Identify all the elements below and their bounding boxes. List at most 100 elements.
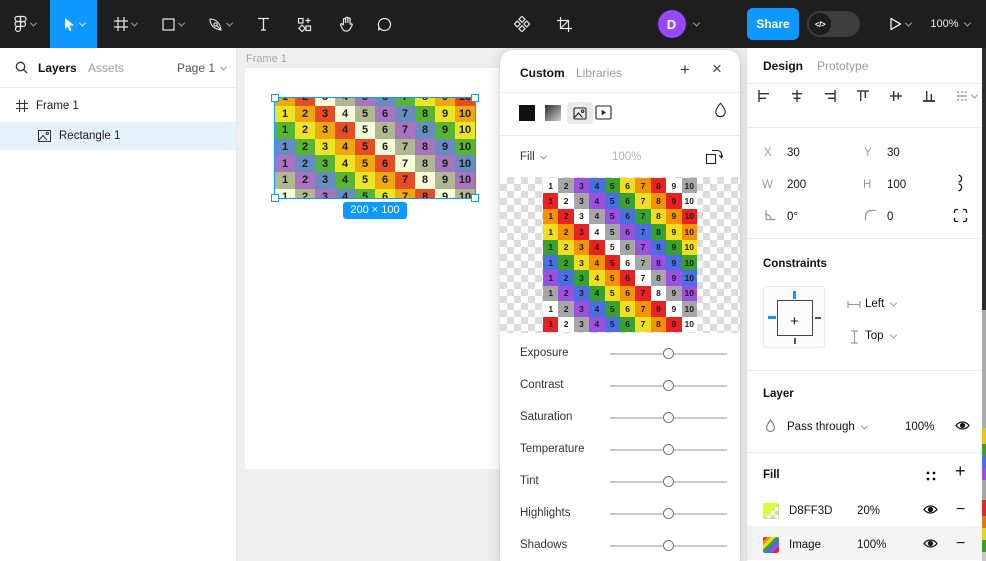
tab-design[interactable]: Design xyxy=(763,59,803,73)
layer-row-frame-1[interactable]: Frame 1 xyxy=(0,92,236,120)
fill-mode-dropdown[interactable]: Fill xyxy=(520,151,546,163)
fill-type-solid-icon[interactable] xyxy=(519,105,535,121)
remove-fill-icon[interactable]: − xyxy=(956,501,965,519)
constrain-proportions-icon[interactable] xyxy=(954,174,964,192)
selection-handle-bottom-right[interactable] xyxy=(471,194,479,202)
slider-track-exposure[interactable] xyxy=(610,353,727,355)
preview-cell: 3 xyxy=(574,224,589,239)
share-button[interactable]: Share xyxy=(747,8,799,40)
add-fill-icon[interactable]: + xyxy=(955,461,966,482)
tab-assets[interactable]: Assets xyxy=(88,61,124,75)
height-input[interactable]: 100 xyxy=(887,179,906,191)
actions-tool-button[interactable] xyxy=(286,0,322,48)
align-bottom-icon[interactable] xyxy=(922,89,936,103)
fill-visibility-eye-icon[interactable] xyxy=(923,538,938,549)
slider-track-contrast[interactable] xyxy=(610,385,727,387)
slider-handle-highlights[interactable] xyxy=(663,508,674,519)
fill-type-video-icon[interactable] xyxy=(595,105,612,120)
crop-image-button[interactable] xyxy=(546,0,582,48)
corner-radius-input[interactable]: 0 xyxy=(887,211,893,223)
dev-mode-toggle[interactable]: </> xyxy=(807,11,860,37)
fill-row-d8ff3d[interactable]: D8FF3D 20% − xyxy=(747,498,986,526)
h-constraint-dropdown[interactable]: Left xyxy=(865,298,896,310)
slider-track-temperature[interactable] xyxy=(610,449,727,451)
main-menu-button[interactable] xyxy=(6,0,44,48)
layer-row-rectangle-1[interactable]: Rectangle 1 xyxy=(0,122,236,150)
slider-handle-exposure[interactable] xyxy=(663,348,674,359)
panel-tab-libraries[interactable]: Libraries xyxy=(576,66,622,80)
create-component-button[interactable] xyxy=(504,0,540,48)
panel-tab-custom[interactable]: Custom xyxy=(520,66,565,80)
selection-handle-top-left[interactable] xyxy=(271,94,279,102)
layer-visibility-eye-icon[interactable] xyxy=(955,420,970,431)
fill-value-label[interactable]: Image xyxy=(789,539,821,551)
image-cell: 2 xyxy=(295,139,315,156)
move-tool-button[interactable] xyxy=(50,0,97,48)
text-tool-button[interactable] xyxy=(246,0,280,48)
align-right-icon[interactable] xyxy=(823,89,837,103)
frame-label[interactable]: Frame 1 xyxy=(246,53,287,65)
tab-layers[interactable]: Layers xyxy=(38,61,77,75)
slider-handle-saturation[interactable] xyxy=(663,412,674,423)
pen-tool-chevron-icon xyxy=(226,19,233,26)
slider-track-shadows[interactable] xyxy=(610,545,727,547)
blend-droplet-icon[interactable] xyxy=(714,102,727,118)
fill-opacity-input[interactable]: 100% xyxy=(857,539,886,551)
distribute-menu-icon[interactable] xyxy=(955,89,977,103)
frame-tool-button[interactable] xyxy=(104,0,146,48)
fill-row-image[interactable]: Image 100% − xyxy=(747,532,986,560)
y-input[interactable]: 30 xyxy=(887,147,900,159)
account-menu-button[interactable]: D xyxy=(652,0,704,48)
panel-add-icon[interactable]: + xyxy=(680,60,690,80)
align-h-center-icon[interactable] xyxy=(790,89,804,103)
image-preview-area[interactable]: 1234567891012345678910123456789101234567… xyxy=(500,177,740,333)
panel-close-icon[interactable]: × xyxy=(712,59,722,79)
slider-handle-temperature[interactable] xyxy=(663,444,674,455)
slider-handle-shadows[interactable] xyxy=(663,540,674,551)
present-button[interactable] xyxy=(880,0,920,48)
align-v-center-icon[interactable] xyxy=(889,89,903,103)
v-constraint-dropdown[interactable]: Top xyxy=(865,330,896,342)
slider-track-tint[interactable] xyxy=(610,481,727,483)
constraint-right-tick[interactable] xyxy=(815,317,821,319)
fill-styles-icon[interactable] xyxy=(925,470,937,482)
align-left-icon[interactable] xyxy=(757,89,771,103)
constraint-bottom-tick[interactable] xyxy=(794,338,796,344)
constraint-left-tick[interactable] xyxy=(768,316,776,319)
layer-opacity-input[interactable]: 100% xyxy=(905,421,934,433)
fill-type-image-selected[interactable] xyxy=(567,102,593,124)
image-swatch[interactable] xyxy=(763,537,779,553)
fill-value-label[interactable]: D8FF3D xyxy=(789,505,832,517)
rotate-image-icon[interactable] xyxy=(705,148,723,165)
rotation-input[interactable]: 0° xyxy=(787,211,798,223)
blend-mode-dropdown[interactable]: Pass through xyxy=(787,421,867,433)
shape-tool-button[interactable] xyxy=(152,0,194,48)
constraint-top-tick[interactable] xyxy=(793,291,796,299)
image-cell: 1 xyxy=(275,155,295,172)
hand-tool-button[interactable] xyxy=(328,0,364,48)
search-icon[interactable] xyxy=(15,61,28,74)
slider-track-highlights[interactable] xyxy=(610,513,727,515)
fill-type-gradient-icon[interactable] xyxy=(545,105,561,121)
constraints-widget[interactable]: + xyxy=(763,286,825,348)
width-input[interactable]: 200 xyxy=(787,179,806,191)
slider-track-saturation[interactable] xyxy=(610,417,727,419)
tab-prototype[interactable]: Prototype xyxy=(817,59,868,73)
comment-tool-button[interactable] xyxy=(366,0,402,48)
slider-handle-contrast[interactable] xyxy=(663,380,674,391)
x-input[interactable]: 30 xyxy=(787,147,800,159)
selection-handle-top-right[interactable] xyxy=(471,94,479,102)
selected-rectangle-image[interactable]: 1234567891012345678910123456789101234567… xyxy=(275,98,475,198)
independent-corners-icon[interactable] xyxy=(953,208,968,223)
pen-tool-button[interactable] xyxy=(198,0,242,48)
page-selector[interactable]: Page 1 xyxy=(177,61,226,75)
image-opacity-value[interactable]: 100% xyxy=(612,151,641,163)
selection-handle-bottom-left[interactable] xyxy=(271,194,279,202)
fill-visibility-eye-icon[interactable] xyxy=(923,504,938,515)
fill-opacity-input[interactable]: 20% xyxy=(857,505,880,517)
zoom-menu-button[interactable]: 100% xyxy=(924,0,976,48)
slider-handle-tint[interactable] xyxy=(663,476,674,487)
remove-fill-icon[interactable]: − xyxy=(956,535,965,553)
align-top-icon[interactable] xyxy=(856,89,870,103)
color-swatch[interactable] xyxy=(763,503,779,519)
